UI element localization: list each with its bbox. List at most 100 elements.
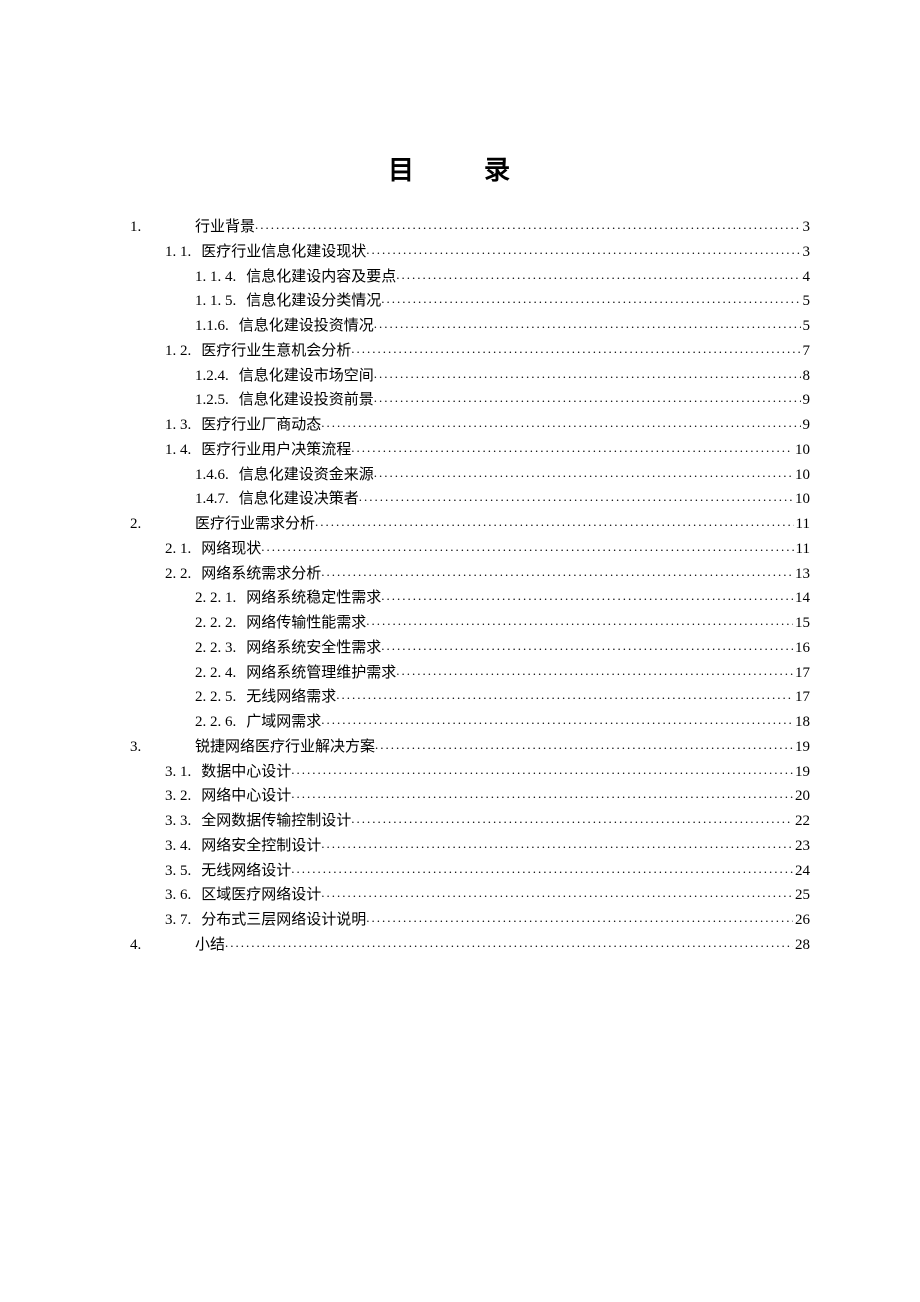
toc-entry-page: 19 (793, 760, 810, 785)
page-title: 目 录 (110, 150, 810, 187)
toc-leader-dots (351, 807, 793, 832)
toc-entry-page: 18 (793, 710, 810, 735)
toc-entry: 2. 1.网络现状11 (110, 537, 810, 562)
toc-entry-page: 19 (793, 735, 810, 760)
toc-entry-page: 24 (793, 859, 810, 884)
toc-leader-dots (374, 312, 801, 337)
toc-entry-heading: 行业背景 (185, 215, 255, 240)
toc-entry-heading: 广域网需求 (236, 710, 321, 735)
toc-entry: 2. 2. 1.网络系统稳定性需求14 (110, 586, 810, 611)
toc-entry: 2. 2. 3.网络系统安全性需求16 (110, 636, 810, 661)
toc-entry: 2. 2. 5.无线网络需求17 (110, 685, 810, 710)
toc-entry-number: 1. 1. (110, 240, 191, 265)
toc-entry-page: 7 (801, 339, 811, 364)
toc-leader-dots (374, 386, 801, 411)
toc-entry-page: 8 (801, 364, 811, 389)
toc-entry-heading: 网络系统安全性需求 (236, 636, 381, 661)
toc-leader-dots (321, 832, 793, 857)
toc-entry-heading: 医疗行业需求分析 (185, 512, 315, 537)
toc-entry: 3. 4.网络安全控制设计 23 (110, 834, 810, 859)
toc-entry: 2. 2. 2.网络传输性能需求15 (110, 611, 810, 636)
toc-leader-dots (321, 708, 793, 733)
table-of-contents: 1.行业背景31. 1.医疗行业信息化建设现状31. 1. 4.信息化建设内容及… (110, 215, 810, 958)
toc-leader-dots (291, 758, 793, 783)
toc-entry: 2.医疗行业需求分析 11 (110, 512, 810, 537)
toc-entry-number: 1. 1. 5. (110, 289, 236, 314)
toc-entry-page: 5 (801, 289, 811, 314)
toc-entry-page: 4 (801, 265, 811, 290)
toc-entry-page: 3 (801, 240, 811, 265)
toc-entry-number: 1.2.4. (110, 364, 229, 389)
toc-leader-dots (396, 263, 800, 288)
toc-entry-heading: 信息化建设分类情况 (236, 289, 381, 314)
toc-entry: 3. 2.网络中心设计20 (110, 784, 810, 809)
toc-entry-number: 1. 2. (110, 339, 191, 364)
toc-entry-heading: 信息化建设市场空间 (229, 364, 374, 389)
toc-leader-dots (225, 931, 793, 956)
toc-entry: 1.2.5.信息化建设投资前景9 (110, 388, 810, 413)
toc-entry-page: 10 (793, 438, 810, 463)
toc-leader-dots (261, 535, 793, 560)
toc-entry-number: 3. 7. (110, 908, 191, 933)
toc-leader-dots (366, 906, 793, 931)
toc-entry-number: 2. 2. 4. (110, 661, 236, 686)
toc-entry-heading: 网络传输性能需求 (236, 611, 366, 636)
toc-entry: 3. 1.数据中心设计 19 (110, 760, 810, 785)
toc-entry-number: 3. 6. (110, 883, 191, 908)
toc-entry-number: 3. 3. (110, 809, 191, 834)
toc-entry-page: 13 (793, 562, 810, 587)
toc-entry-heading: 信息化建设内容及要点 (236, 265, 396, 290)
toc-entry: 3.锐捷网络医疗行业解决方案19 (110, 735, 810, 760)
toc-entry: 1.4.6.信息化建设资金来源10 (110, 463, 810, 488)
toc-entry-number: 3. (110, 735, 185, 760)
toc-entry-heading: 网络系统管理维护需求 (236, 661, 396, 686)
toc-leader-dots (336, 683, 793, 708)
toc-entry-number: 2. (110, 512, 185, 537)
toc-entry-number: 2. 1. (110, 537, 191, 562)
toc-entry-number: 2. 2. (110, 562, 191, 587)
toc-leader-dots (381, 287, 800, 312)
toc-entry: 2. 2.网络系统需求分析13 (110, 562, 810, 587)
toc-entry: 1.行业背景3 (110, 215, 810, 240)
toc-entry: 1. 3.医疗行业厂商动态9 (110, 413, 810, 438)
toc-entry-page: 9 (801, 388, 811, 413)
toc-entry-heading: 信息化建设决策者 (229, 487, 359, 512)
toc-entry-page: 9 (801, 413, 811, 438)
toc-leader-dots (381, 634, 793, 659)
toc-leader-dots (381, 584, 793, 609)
toc-entry-page: 14 (793, 586, 810, 611)
toc-entry-number: 3. 1. (110, 760, 191, 785)
toc-entry-page: 10 (793, 487, 810, 512)
toc-entry-number: 4. (110, 933, 185, 958)
toc-entry: 1. 2.医疗行业生意机会分析 7 (110, 339, 810, 364)
toc-entry: 3. 7.分布式三层网络设计说明 26 (110, 908, 810, 933)
toc-entry-heading: 分布式三层网络设计说明 (191, 908, 366, 933)
toc-entry-heading: 网络安全控制设计 (191, 834, 321, 859)
toc-entry-page: 26 (793, 908, 810, 933)
toc-entry-number: 1.4.6. (110, 463, 229, 488)
toc-entry-number: 1.4.7. (110, 487, 229, 512)
toc-entry-heading: 网络中心设计 (191, 784, 291, 809)
toc-leader-dots (291, 857, 793, 882)
toc-entry-number: 2. 2. 3. (110, 636, 236, 661)
toc-entry-number: 2. 2. 2. (110, 611, 236, 636)
toc-entry-number: 2. 2. 5. (110, 685, 236, 710)
toc-entry: 1. 4.医疗行业用户决策流程10 (110, 438, 810, 463)
toc-entry-page: 28 (793, 933, 810, 958)
toc-entry: 1.1.6.信息化建设投资情况5 (110, 314, 810, 339)
toc-entry-number: 3. 4. (110, 834, 191, 859)
toc-entry-number: 1.1.6. (110, 314, 229, 339)
toc-leader-dots (366, 238, 800, 263)
toc-entry: 1. 1. 4.信息化建设内容及要点4 (110, 265, 810, 290)
toc-entry-heading: 医疗行业生意机会分析 (191, 339, 351, 364)
toc-entry-page: 11 (794, 512, 810, 537)
toc-leader-dots (374, 362, 801, 387)
toc-entry-heading: 数据中心设计 (191, 760, 291, 785)
toc-leader-dots (291, 782, 793, 807)
toc-entry-number: 1. (110, 215, 185, 240)
toc-entry-page: 17 (793, 661, 810, 686)
toc-entry-page: 23 (793, 834, 810, 859)
toc-entry-page: 25 (793, 883, 810, 908)
toc-leader-dots (255, 213, 800, 238)
toc-leader-dots (351, 337, 800, 362)
